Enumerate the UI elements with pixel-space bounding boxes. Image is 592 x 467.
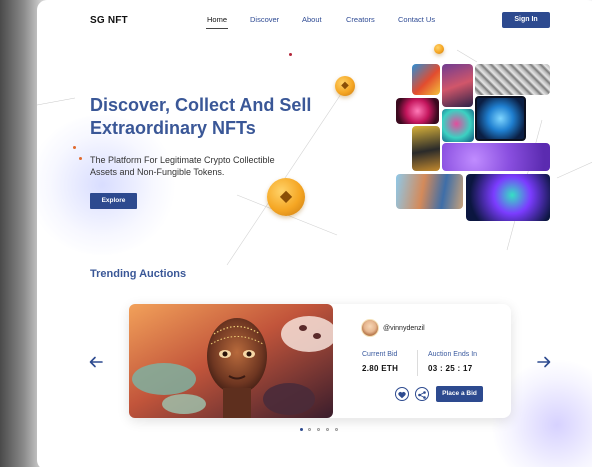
- nft-artwork[interactable]: [475, 96, 526, 141]
- auction-card[interactable]: @vinnydenzil Current Bid 2.80 ETH Auctio…: [129, 304, 511, 418]
- nav-contact-us[interactable]: Contact Us: [398, 15, 435, 24]
- pagination-dot[interactable]: [308, 428, 311, 431]
- nft-artwork[interactable]: [466, 174, 550, 221]
- hero-title: Discover, Collect And Sell Extraordinary…: [90, 95, 312, 138]
- nft-artwork[interactable]: [475, 64, 550, 95]
- logo[interactable]: SG NFT: [90, 15, 128, 26]
- nav-home[interactable]: Home: [205, 15, 229, 29]
- ethereum-coin-icon: ◆: [267, 178, 305, 216]
- auction-countdown: 03 : 25 : 17: [428, 364, 473, 373]
- explore-button[interactable]: Explore: [90, 193, 137, 209]
- current-bid-value: 2.80 ETH: [362, 364, 399, 373]
- pagination-dot[interactable]: [326, 428, 329, 431]
- decor-dot: [73, 146, 76, 149]
- current-bid-label: Current Bid: [362, 351, 398, 358]
- share-icon: [418, 391, 426, 399]
- hero-subtitle: The Platform For Legitimate Crypto Colle…: [90, 155, 275, 177]
- share-button[interactable]: [415, 387, 429, 401]
- arrow-right-icon[interactable]: [537, 356, 551, 368]
- creator-handle[interactable]: @vinnydenzil: [383, 325, 425, 332]
- nav-discover[interactable]: Discover: [250, 15, 279, 24]
- pagination-dot[interactable]: [317, 428, 320, 431]
- landing-page: SG NFT Home Discover About Creators Cont…: [37, 0, 592, 467]
- arrow-left-icon[interactable]: [89, 356, 103, 368]
- nft-artwork[interactable]: [412, 64, 440, 95]
- nav-about[interactable]: About: [302, 15, 322, 24]
- favorite-button[interactable]: [395, 387, 409, 401]
- ethereum-coin-icon: [434, 44, 444, 54]
- heart-icon: [398, 392, 406, 399]
- nft-artwork[interactable]: [396, 98, 439, 124]
- nft-artwork[interactable]: [442, 109, 474, 142]
- ethereum-coin-icon: ◆: [335, 76, 355, 96]
- nft-artwork[interactable]: [396, 174, 463, 209]
- pagination-dot[interactable]: [335, 428, 338, 431]
- pagination-dot[interactable]: [300, 428, 303, 431]
- avatar[interactable]: [361, 319, 379, 337]
- nav-creators[interactable]: Creators: [346, 15, 375, 24]
- nft-artwork[interactable]: [412, 126, 440, 171]
- section-title: Trending Auctions: [90, 268, 187, 280]
- decor-dot: [79, 157, 82, 160]
- nft-artwork[interactable]: [442, 64, 473, 107]
- divider: [417, 350, 418, 376]
- auction-ends-label: Auction Ends In: [428, 351, 478, 358]
- nft-artwork[interactable]: [442, 143, 550, 171]
- auction-artwork[interactable]: [129, 304, 333, 418]
- sign-in-button[interactable]: Sign In: [502, 12, 550, 28]
- decor-dot: [289, 53, 292, 56]
- place-bid-button[interactable]: Place a Bid: [436, 386, 483, 402]
